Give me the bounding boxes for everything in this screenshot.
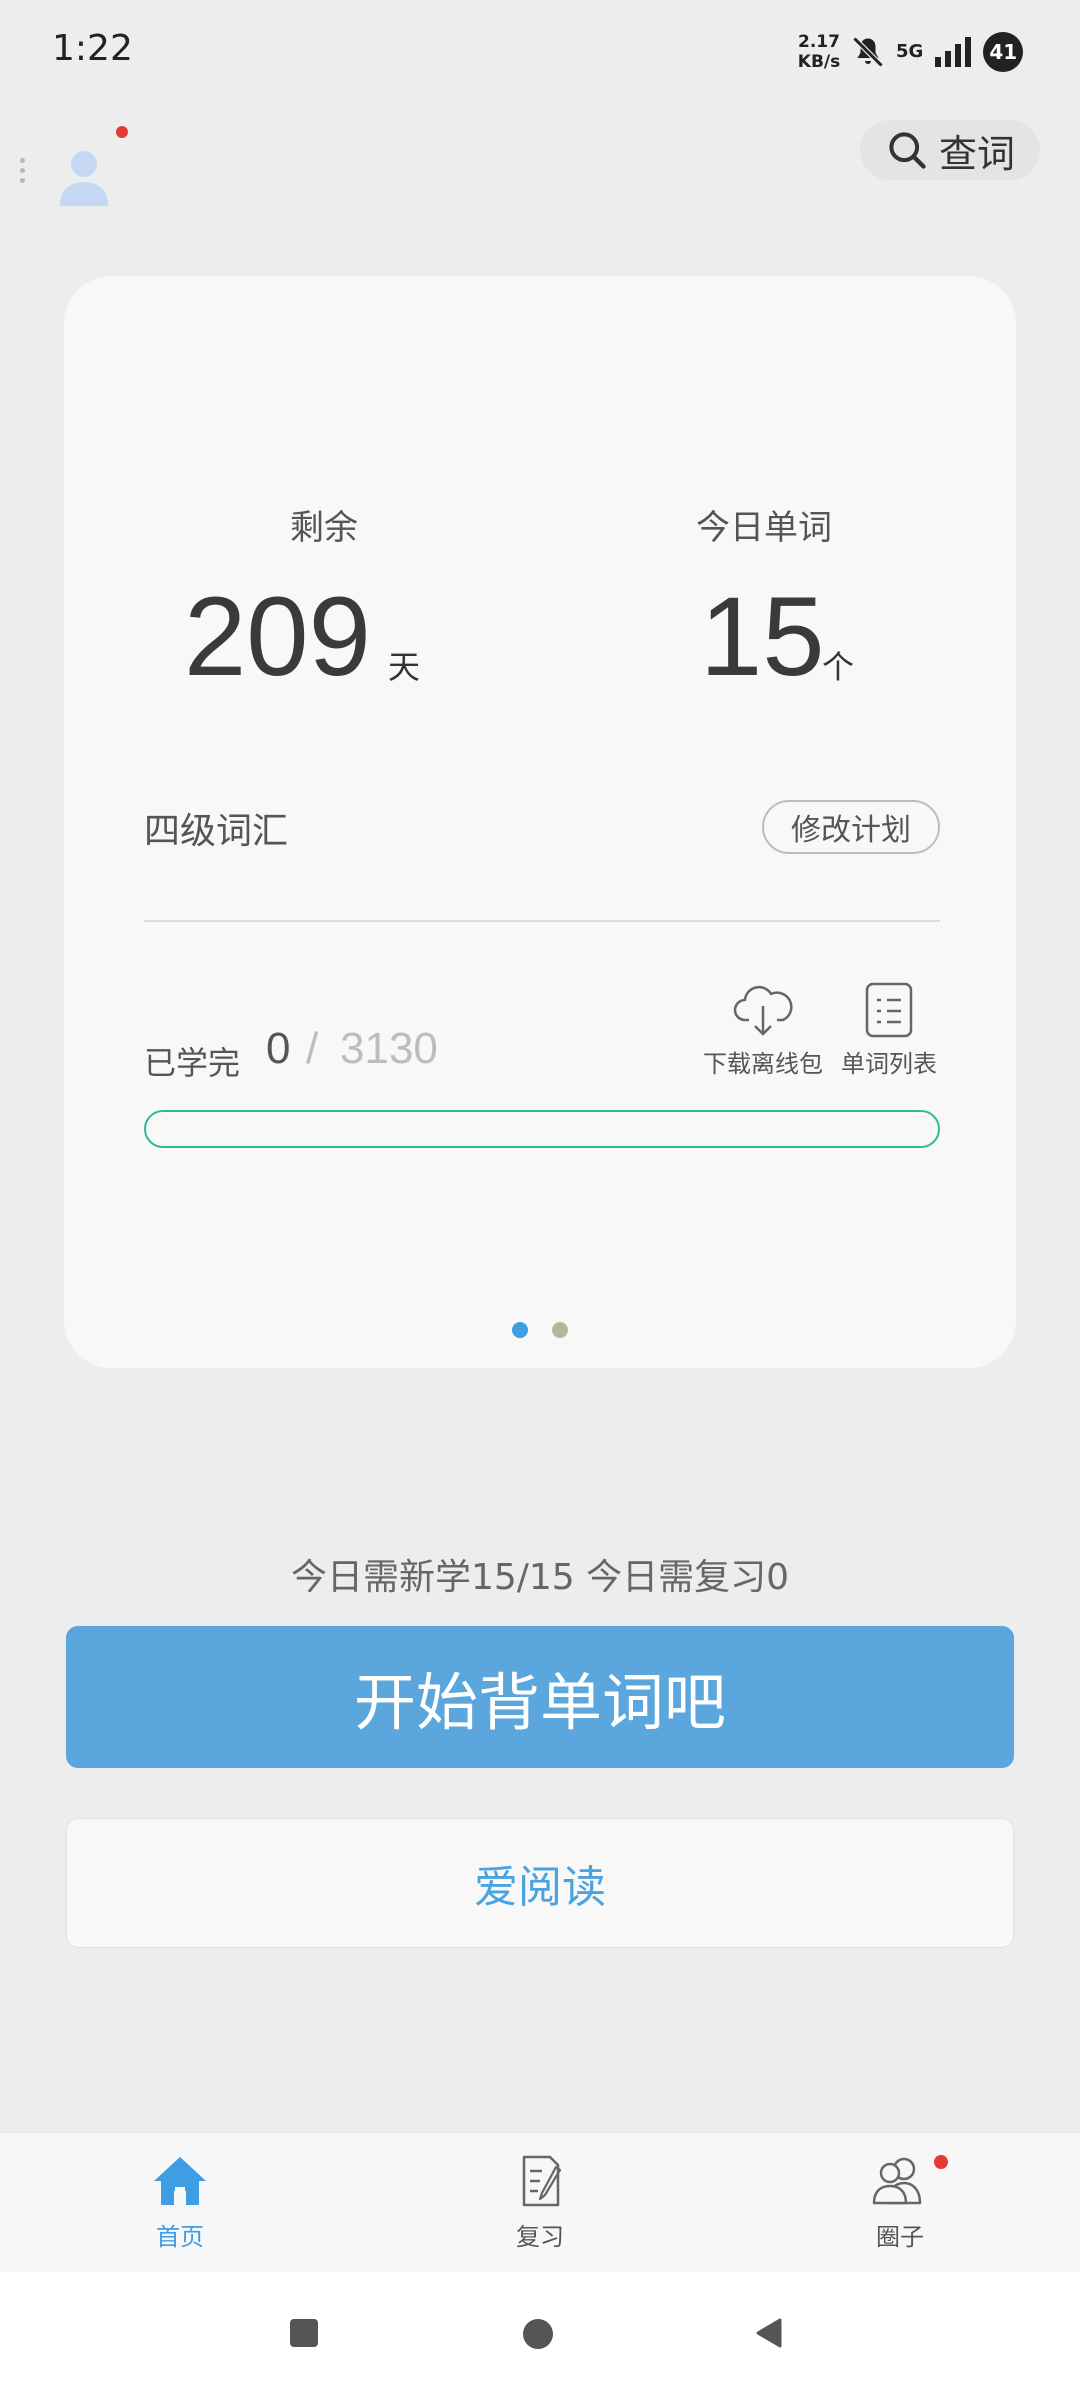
battery-indicator: 41 bbox=[983, 32, 1024, 72]
list-icon bbox=[865, 982, 913, 1038]
today-words-value: 15 bbox=[700, 574, 825, 699]
learned-label: 已学完 bbox=[144, 1044, 241, 1082]
back-nav-button[interactable] bbox=[754, 2318, 784, 2348]
home-nav-button[interactable] bbox=[522, 2318, 554, 2350]
word-list-button[interactable]: 单词列表 bbox=[834, 982, 944, 1079]
pager-dot-active[interactable] bbox=[512, 1322, 528, 1338]
download-offline-button[interactable]: 下载离线包 bbox=[698, 982, 828, 1079]
drag-handle[interactable] bbox=[20, 158, 28, 188]
signal-icon bbox=[935, 37, 972, 67]
status-bar: 1:22 2.17 KB/s 5G 41 bbox=[0, 0, 1080, 100]
tab-review-label: 复习 bbox=[516, 2223, 564, 2251]
tab-circle[interactable]: 圈子 bbox=[830, 2153, 970, 2252]
tab-home[interactable]: 首页 bbox=[110, 2153, 250, 2252]
remaining-days-unit: 天 bbox=[388, 648, 421, 686]
mute-bell-icon bbox=[852, 36, 884, 68]
lookup-word-button[interactable]: 查词 bbox=[860, 120, 1040, 180]
group-icon bbox=[872, 2157, 922, 2205]
search-icon bbox=[889, 132, 926, 169]
today-words-unit: 个 bbox=[822, 648, 855, 686]
lookup-word-label: 查词 bbox=[938, 131, 1015, 176]
system-nav-bar bbox=[0, 2272, 1080, 2400]
card-pager[interactable] bbox=[64, 1322, 1016, 1338]
learned-separator: / bbox=[306, 1024, 319, 1073]
study-plan-card: 剩余 209 天 今日单词 15 个 四级词汇 修改计划 已学完 0 / 313… bbox=[64, 276, 1016, 1368]
divider bbox=[144, 920, 940, 922]
daily-task-summary: 今日需新学15/15 今日需复习0 bbox=[290, 1557, 790, 1598]
network-type: 5G bbox=[896, 41, 924, 62]
learned-count: 0 bbox=[266, 1024, 291, 1073]
today-words-label: 今日单词 bbox=[696, 508, 832, 548]
tab-circle-label: 圈子 bbox=[876, 2223, 924, 2251]
network-speed: 2.17 KB/s bbox=[796, 32, 842, 72]
reading-button[interactable]: 爱阅读 bbox=[66, 1818, 1014, 1948]
learned-total: 3130 bbox=[340, 1024, 438, 1073]
remaining-days-value: 209 bbox=[184, 574, 371, 699]
notification-dot bbox=[116, 126, 128, 138]
pager-dot[interactable] bbox=[552, 1322, 568, 1338]
vocabulary-book-name: 四级词汇 bbox=[144, 811, 289, 852]
tab-home-label: 首页 bbox=[156, 2223, 204, 2251]
download-offline-label: 下载离线包 bbox=[703, 1050, 823, 1078]
tab-review[interactable]: 复习 bbox=[470, 2153, 610, 2252]
start-learning-button[interactable]: 开始背单词吧 bbox=[66, 1626, 1014, 1768]
home-icon bbox=[154, 2157, 206, 2205]
remaining-days-label: 剩余 bbox=[290, 508, 358, 548]
review-icon bbox=[522, 2155, 562, 2207]
bottom-tab-bar: 首页 复习 圈子 bbox=[0, 2132, 1080, 2272]
status-time: 1:22 bbox=[52, 28, 133, 69]
notification-dot bbox=[934, 2155, 948, 2169]
cloud-download-icon bbox=[733, 985, 793, 1036]
recent-apps-button[interactable] bbox=[289, 2318, 319, 2348]
word-list-label: 单词列表 bbox=[841, 1050, 937, 1078]
network-speed-unit: KB/s bbox=[797, 52, 841, 72]
status-icons: 5G 41 bbox=[850, 30, 1024, 74]
avatar[interactable] bbox=[52, 140, 116, 212]
edit-plan-button[interactable]: 修改计划 bbox=[762, 800, 940, 854]
network-speed-value: 2.17 bbox=[798, 32, 840, 52]
learning-progress-bar bbox=[144, 1110, 940, 1148]
